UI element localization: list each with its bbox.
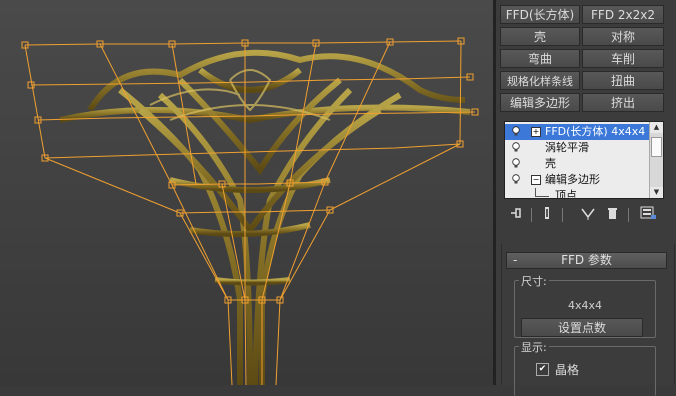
lightbulb-icon[interactable] xyxy=(512,126,520,136)
command-panel: FFD(长方体) FFD 2x2x2 壳 对称 弯曲 车削 规格化样条线 扭曲 … xyxy=(496,0,676,396)
scroll-up-icon[interactable]: ▲ xyxy=(650,122,663,133)
remove-modifier-icon[interactable] xyxy=(602,206,622,224)
stack-item-label: 顶点 xyxy=(555,189,577,199)
ffd-lattice-scene xyxy=(21,37,479,385)
tree-line xyxy=(535,188,536,196)
stack-subitem-vertex[interactable]: 顶点 xyxy=(505,188,652,199)
stack-item-turbosmooth[interactable]: 涡轮平滑 xyxy=(505,140,652,156)
make-unique-icon[interactable] xyxy=(578,206,598,224)
lattice-checkbox[interactable]: ✔ xyxy=(536,363,549,376)
modifier-button-symmetry[interactable]: 对称 xyxy=(582,27,664,46)
modifier-button-normalize-spline[interactable]: 规格化样条线 xyxy=(500,71,580,90)
stack-item-edit-poly[interactable]: − 编辑多边形 xyxy=(505,172,652,188)
modifier-button-edit-poly[interactable]: 编辑多边形 xyxy=(500,93,580,112)
show-end-result-icon[interactable] xyxy=(537,206,557,224)
stack-item-shell[interactable]: 壳 xyxy=(505,156,652,172)
modifier-button-bend[interactable]: 弯曲 xyxy=(500,49,580,68)
modifier-button-twist[interactable]: 扭曲 xyxy=(582,71,664,90)
stack-scrollbar[interactable]: ▲ ▼ xyxy=(649,122,663,198)
model-mesh xyxy=(59,49,471,385)
stack-item-label: 编辑多边形 xyxy=(545,173,600,186)
toolbar-separator xyxy=(628,208,629,222)
stack-item-label: FFD(长方体) 4x4x4 xyxy=(545,125,646,138)
stack-item-label: 涡轮平滑 xyxy=(545,141,589,154)
modifier-stack-list[interactable]: + FFD(长方体) 4x4x4 涡轮平滑 壳 − 编辑多边形 顶点 ▲ ▼ xyxy=(504,121,664,199)
stack-toolbar xyxy=(504,206,664,226)
size-value: 4x4x4 xyxy=(567,299,602,312)
lightbulb-icon[interactable] xyxy=(512,174,520,184)
collapse-icon[interactable]: - xyxy=(513,253,517,268)
scroll-down-icon[interactable]: ▼ xyxy=(650,187,663,198)
ffd-parameters-rollout: - FFD 参数 尺寸: 4x4x4 设置点数 显示: ✔ 晶格 xyxy=(501,244,675,396)
size-group: 尺寸: 4x4x4 设置点数 xyxy=(514,273,656,338)
stack-item-label: 壳 xyxy=(545,157,556,170)
modifier-button-extrude[interactable]: 挤出 xyxy=(582,93,664,112)
rollout-header[interactable]: - FFD 参数 xyxy=(506,252,667,269)
collapse-icon[interactable]: − xyxy=(531,175,541,185)
viewport-perspective[interactable] xyxy=(0,0,493,385)
lightbulb-icon[interactable] xyxy=(512,158,520,168)
lattice-control-points xyxy=(21,37,479,304)
toolbar-separator xyxy=(562,208,563,222)
expand-icon[interactable]: + xyxy=(531,127,541,137)
modifier-button-shell[interactable]: 壳 xyxy=(500,27,580,46)
size-group-label: 尺寸: xyxy=(519,273,549,289)
rollout-title: FFD 参数 xyxy=(561,253,612,267)
set-number-of-points-button[interactable]: 设置点数 xyxy=(521,318,643,337)
modifier-button-ffd-2x2x2[interactable]: FFD 2x2x2 xyxy=(582,5,664,24)
lattice-label: 晶格 xyxy=(555,363,580,377)
lightbulb-icon[interactable] xyxy=(512,142,520,152)
tree-line xyxy=(535,196,549,197)
display-group: 显示: ✔ 晶格 xyxy=(514,339,656,396)
modifier-button-ffd-box[interactable]: FFD(长方体) xyxy=(500,5,580,24)
pin-stack-icon[interactable] xyxy=(506,206,526,224)
configure-modifier-sets-icon[interactable] xyxy=(638,206,658,224)
scroll-thumb[interactable] xyxy=(651,137,662,157)
display-group-label: 显示: xyxy=(519,339,549,355)
stack-item-ffd-box[interactable]: + FFD(长方体) 4x4x4 xyxy=(505,124,652,140)
modifier-button-lathe[interactable]: 车削 xyxy=(582,49,664,68)
toolbar-separator xyxy=(531,208,532,222)
